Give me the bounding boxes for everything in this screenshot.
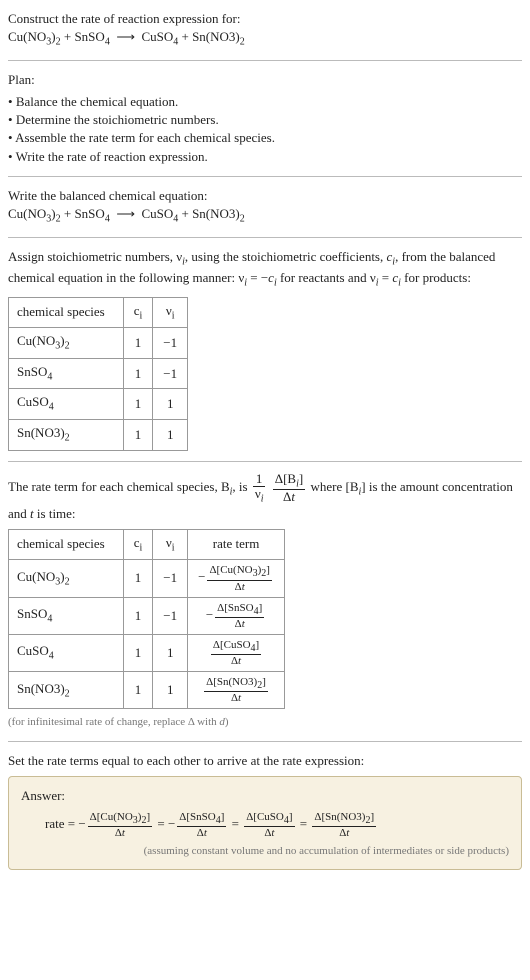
table-cell: −Δ[Cu(NO3)2]Δt	[188, 560, 285, 597]
table-cell: 1	[153, 672, 188, 709]
table-row: Cu(NO3)21−1−Δ[Cu(NO3)2]Δt	[9, 560, 285, 597]
table-cell: Δ[Sn(NO3)2]Δt	[188, 672, 285, 709]
plan-item: Write the rate of reaction expression.	[8, 148, 522, 166]
infinitesimal-note: (for infinitesimal rate of change, repla…	[8, 715, 522, 730]
balanced-header: Write the balanced chemical equation:	[8, 187, 522, 205]
table-cell: SnSO4	[9, 597, 124, 634]
plan-list: Balance the chemical equation.Determine …	[8, 93, 522, 166]
stoich-table: chemical speciesciνiCu(NO3)21−1SnSO41−1C…	[8, 297, 188, 451]
table-cell: 1	[153, 634, 188, 671]
prompt-title: Construct the rate of reaction expressio…	[8, 10, 522, 28]
table-cell: 1	[123, 389, 153, 420]
table-cell: −1	[153, 560, 188, 597]
table-header: νi	[153, 297, 188, 328]
table-cell: Δ[CuSO4]Δt	[188, 634, 285, 671]
table-cell: −Δ[SnSO4]Δt	[188, 597, 285, 634]
equation-balanced: Cu(NO3)2 + SnSO4 ⟶ CuSO4 + Sn(NO3)2	[8, 205, 522, 227]
table-header: rate term	[188, 529, 285, 560]
table-cell: 1	[153, 389, 188, 420]
table-cell: CuSO4	[9, 389, 124, 420]
table-cell: Sn(NO3)2	[9, 672, 124, 709]
rate-term-intro: The rate term for each chemical species,…	[8, 472, 522, 523]
table-cell: −1	[153, 597, 188, 634]
table-cell: 1	[123, 328, 153, 359]
table-cell: Cu(NO3)2	[9, 560, 124, 597]
plan-item: Balance the chemical equation.	[8, 93, 522, 111]
table-cell: 1	[123, 597, 153, 634]
table-cell: 1	[123, 358, 153, 389]
divider	[8, 176, 522, 177]
rate-term-fraction-1v: 1νi	[253, 472, 266, 505]
rate-term-fraction-dB: Δ[Bi]Δt	[273, 472, 306, 505]
table-row: SnSO41−1−Δ[SnSO4]Δt	[9, 597, 285, 634]
plan-header: Plan:	[8, 71, 522, 89]
table-cell: 1	[123, 634, 153, 671]
table-cell: Sn(NO3)2	[9, 420, 124, 451]
table-cell: 1	[123, 560, 153, 597]
divider	[8, 461, 522, 462]
table-row: Sn(NO3)211	[9, 420, 188, 451]
table-cell: Cu(NO3)2	[9, 328, 124, 359]
rate-term-table: chemical speciesciνirate termCu(NO3)21−1…	[8, 529, 285, 710]
table-cell: CuSO4	[9, 634, 124, 671]
table-header: ci	[123, 297, 153, 328]
table-cell: 1	[123, 420, 153, 451]
table-header: νi	[153, 529, 188, 560]
plan-item: Determine the stoichiometric numbers.	[8, 111, 522, 129]
table-header: chemical species	[9, 297, 124, 328]
plan-item: Assemble the rate term for each chemical…	[8, 129, 522, 147]
assumption-note: (assuming constant volume and no accumul…	[21, 844, 509, 859]
divider	[8, 237, 522, 238]
answer-box: Answer: rate = −Δ[Cu(NO3)2]Δt = −Δ[SnSO4…	[8, 776, 522, 870]
final-header: Set the rate terms equal to each other t…	[8, 752, 522, 770]
table-cell: SnSO4	[9, 358, 124, 389]
equation-initial: Cu(NO3)2 + SnSO4 ⟶ CuSO4 + Sn(NO3)2	[8, 28, 522, 50]
table-cell: 1	[153, 420, 188, 451]
table-row: Cu(NO3)21−1	[9, 328, 188, 359]
table-row: Sn(NO3)211Δ[Sn(NO3)2]Δt	[9, 672, 285, 709]
divider	[8, 60, 522, 61]
table-header: chemical species	[9, 529, 124, 560]
table-cell: −1	[153, 358, 188, 389]
divider	[8, 741, 522, 742]
table-header: ci	[123, 529, 153, 560]
rate-expression: rate = −Δ[Cu(NO3)2]Δt = −Δ[SnSO4]Δt = Δ[…	[45, 811, 509, 839]
table-cell: −1	[153, 328, 188, 359]
table-row: SnSO41−1	[9, 358, 188, 389]
stoich-intro: Assign stoichiometric numbers, νi, using…	[8, 248, 522, 291]
answer-label: Answer:	[21, 787, 509, 805]
table-row: CuSO411	[9, 389, 188, 420]
table-row: CuSO411Δ[CuSO4]Δt	[9, 634, 285, 671]
table-cell: 1	[123, 672, 153, 709]
